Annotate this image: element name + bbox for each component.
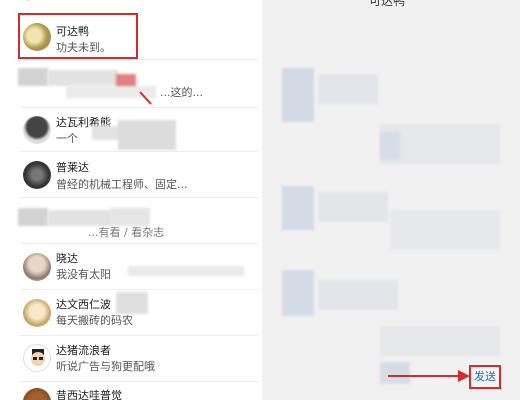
chat-title: 可达鸭 [369, 0, 406, 8]
contact-name: 昔西达哇普觉 [56, 389, 122, 400]
search-input[interactable] [34, 0, 114, 2]
red-arrow-icon [139, 91, 152, 105]
avatar [23, 299, 51, 327]
contact-name: 普莱达 [56, 161, 89, 174]
message-bubble [380, 326, 500, 356]
contact-message: ...有看 / 看杂志 [88, 226, 165, 239]
contact-message: 曾经的机械工程师、固定... [56, 178, 188, 191]
contact-item-dawenxirenbo[interactable]: 达文西仁波 每天搬砖的码农 [0, 290, 262, 336]
message-bubble [282, 68, 314, 122]
message-bubble [282, 270, 314, 316]
contact-item-xidawapujue[interactable]: 昔西达哇普觉 [0, 382, 262, 400]
message-bubble [390, 210, 500, 250]
avatar [23, 388, 51, 400]
contact-message: 我没有太阳 [56, 268, 111, 281]
avatar [18, 208, 48, 226]
contact-message: 一个 [56, 132, 78, 145]
avatar [23, 116, 51, 144]
contact-list-pane: 可达鸭 功夫未到。 ...这的... 达瓦利希熊 一个 普莱达 曾经的机械工程师… [0, 0, 262, 400]
search-bar[interactable] [0, 0, 262, 8]
contact-name: 晓达 [56, 252, 78, 265]
search-icon [27, 0, 30, 1]
clear-search-icon[interactable] [232, 0, 246, 2]
contact-name: 达猪流浪者 [56, 344, 111, 357]
contact-message: 每天搬砖的码农 [56, 314, 133, 327]
contact-item-pulaida[interactable]: 普莱达 曾经的机械工程师、固定... [0, 152, 262, 198]
contact-item-dazhuliulangzhe[interactable]: 达猪流浪者 听说广告与狗更配哦 [0, 336, 262, 382]
avatar [23, 344, 51, 372]
chat-pane: 可达鸭 [262, 0, 520, 400]
contact-item-dawalixixiong[interactable]: 达瓦利希熊 一个 [0, 108, 262, 152]
avatar [23, 253, 51, 281]
contact-name: 达文西仁波 [56, 298, 111, 311]
message-bubble [282, 186, 314, 230]
send-button[interactable]: 发送 [469, 365, 501, 389]
contact-item-blurred[interactable]: ...有看 / 看杂志 [0, 198, 262, 244]
avatar [18, 68, 48, 86]
contact-message: ...这的... [160, 86, 203, 99]
avatar [23, 161, 51, 189]
contact-message: 听说广告与狗更配哦 [56, 360, 155, 373]
selected-contact-highlight [18, 13, 138, 59]
contact-item-xiaoda[interactable]: 晓达 我没有太阳 [0, 244, 262, 290]
red-arrow-icon [388, 370, 470, 382]
contact-item-blurred[interactable]: ...这的... [0, 60, 262, 108]
